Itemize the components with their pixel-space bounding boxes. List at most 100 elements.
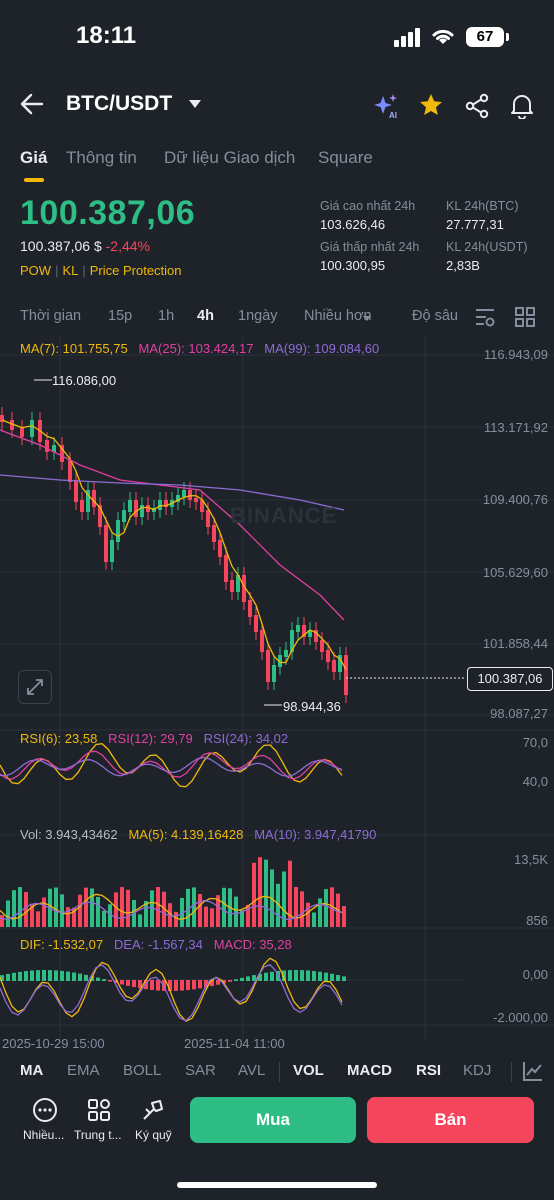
indicator-macd[interactable]: MACD: [347, 1062, 392, 1079]
macd-histogram-bar: [336, 974, 340, 981]
macd-histogram-bar: [150, 980, 154, 990]
more-options-label[interactable]: Nhiều...: [23, 1128, 64, 1142]
interval-1h[interactable]: 1h: [158, 308, 174, 324]
trading-center-label[interactable]: Trung t...: [74, 1128, 122, 1142]
tag-list: POW | KL | Price Protection: [20, 263, 182, 278]
indicator-sar[interactable]: SAR: [185, 1062, 216, 1079]
indicator-kdj[interactable]: KDJ: [463, 1062, 491, 1079]
macd-histogram-bar: [108, 980, 112, 982]
tab-price[interactable]: Giá: [20, 148, 47, 168]
margin-icon[interactable]: [140, 1097, 166, 1123]
vol-ma10-label: MA(10): 3.947,41790: [254, 827, 377, 842]
candle-body: [128, 500, 132, 512]
star-icon[interactable]: [418, 92, 444, 118]
trading-center-icon[interactable]: [86, 1097, 112, 1123]
volume-bar: [90, 888, 94, 927]
tab-square[interactable]: Square: [318, 148, 373, 168]
indicator-boll[interactable]: BOLL: [123, 1062, 161, 1079]
macd-histogram-bar: [234, 979, 238, 981]
macd-label: MACD: 35,28: [213, 937, 292, 952]
volume-bar: [156, 887, 160, 927]
pair-title[interactable]: BTC/USDT: [66, 92, 172, 116]
vol-axis-1: 856: [526, 913, 548, 928]
tag-pow[interactable]: POW: [20, 263, 51, 278]
candle-body: [30, 420, 34, 437]
candle-body: [92, 490, 96, 507]
tag-price-protection[interactable]: Price Protection: [90, 263, 182, 278]
rsi-legend: RSI(6): 23,58 RSI(12): 29,79 RSI(24): 34…: [20, 731, 288, 746]
volume-bar: [102, 910, 106, 927]
volume-bar: [312, 912, 316, 927]
current-price-tag: 100.387,06: [467, 667, 553, 691]
candle-body: [20, 428, 24, 437]
candle-body: [194, 498, 198, 502]
buy-button[interactable]: Mua: [190, 1097, 356, 1143]
margin-label[interactable]: Ký quỹ: [135, 1128, 172, 1142]
volume-bar: [54, 887, 58, 927]
volume-bar: [18, 887, 22, 927]
interval-time[interactable]: Thời gian: [20, 308, 81, 324]
time-axis-0: 2025-10-29 15:00: [2, 1036, 105, 1051]
header: BTC/USDT AI: [0, 80, 554, 130]
interval-4h[interactable]: 4h: [197, 308, 214, 324]
indicator-ma[interactable]: MA: [20, 1062, 43, 1079]
indicator-chart-icon[interactable]: [522, 1060, 544, 1082]
macd-histogram-bar: [192, 980, 196, 990]
volume-bar: [342, 906, 346, 927]
indicator-vol[interactable]: VOL: [293, 1062, 324, 1079]
tag-kl[interactable]: KL: [62, 263, 78, 278]
indicator-ema[interactable]: EMA: [67, 1062, 100, 1079]
ai-label: AI: [389, 111, 397, 120]
candle-body: [296, 625, 300, 632]
dropdown-caret-icon[interactable]: [188, 99, 202, 109]
price-axis-3: 105.629,60: [482, 565, 548, 580]
interval-depth[interactable]: Độ sâu: [412, 308, 458, 324]
interval-1day[interactable]: 1ngày: [238, 308, 278, 324]
indicator-rsi[interactable]: RSI: [416, 1062, 441, 1079]
vol-usdt-label: KL 24h(USDT): [446, 240, 528, 254]
low-24h-label: Giá thấp nhất 24h: [320, 240, 420, 254]
sell-button[interactable]: Bán: [367, 1097, 534, 1143]
dea-label: DEA: -1.567,34: [113, 937, 203, 952]
volume-bar: [84, 887, 88, 927]
active-tab-indicator: [24, 178, 44, 182]
layout-grid-icon[interactable]: [514, 306, 536, 328]
fullscreen-button[interactable]: [18, 670, 52, 704]
volume-bar: [78, 894, 82, 927]
indicator-avl[interactable]: AVL: [238, 1062, 265, 1079]
more-options-icon[interactable]: [32, 1097, 58, 1123]
macd-histogram-bar: [42, 970, 46, 981]
high-24h-label: Giá cao nhất 24h: [320, 199, 416, 213]
volume-bar: [36, 911, 40, 927]
price-axis-0: 116.943,09: [483, 347, 548, 362]
candle-body: [266, 650, 270, 682]
interval-15p[interactable]: 15p: [108, 308, 132, 324]
binance-watermark: BINANCE: [230, 503, 338, 528]
macd-histogram-bar: [342, 976, 346, 981]
candle-body: [104, 525, 108, 562]
indicator-tabs: MA EMA BOLL SAR AVL VOL MACD RSI KDJ: [0, 1058, 554, 1086]
volume-bar: [294, 887, 298, 927]
macd-histogram-bar: [36, 970, 40, 981]
chart-settings-icon[interactable]: [474, 306, 496, 328]
volume-bar: [324, 889, 328, 927]
candle-body: [284, 650, 288, 657]
back-arrow-icon[interactable]: [20, 93, 44, 115]
rsi12-label: RSI(12): 29,79: [108, 731, 193, 746]
ai-sparkle-icon[interactable]: AI: [372, 92, 400, 120]
candle-body: [116, 520, 120, 542]
macd-histogram-bar: [84, 974, 88, 981]
share-icon[interactable]: [464, 93, 490, 119]
macd-axis-0: 0,00: [522, 967, 548, 982]
volume-bar: [0, 915, 4, 927]
volume-bar: [174, 911, 178, 927]
rsi24-label: RSI(24): 34,02: [203, 731, 289, 746]
status-bar: 18:11 67: [0, 0, 554, 80]
macd-histogram-bar: [96, 977, 100, 981]
tab-trading-data[interactable]: Dữ liệu Giao dịch: [164, 148, 295, 168]
bell-icon[interactable]: [509, 92, 535, 119]
volume-bar: [192, 887, 196, 927]
candle-body: [344, 655, 348, 695]
tab-info[interactable]: Thông tin: [66, 148, 137, 168]
vol-label: Vol: 3.943,43462: [20, 827, 118, 842]
